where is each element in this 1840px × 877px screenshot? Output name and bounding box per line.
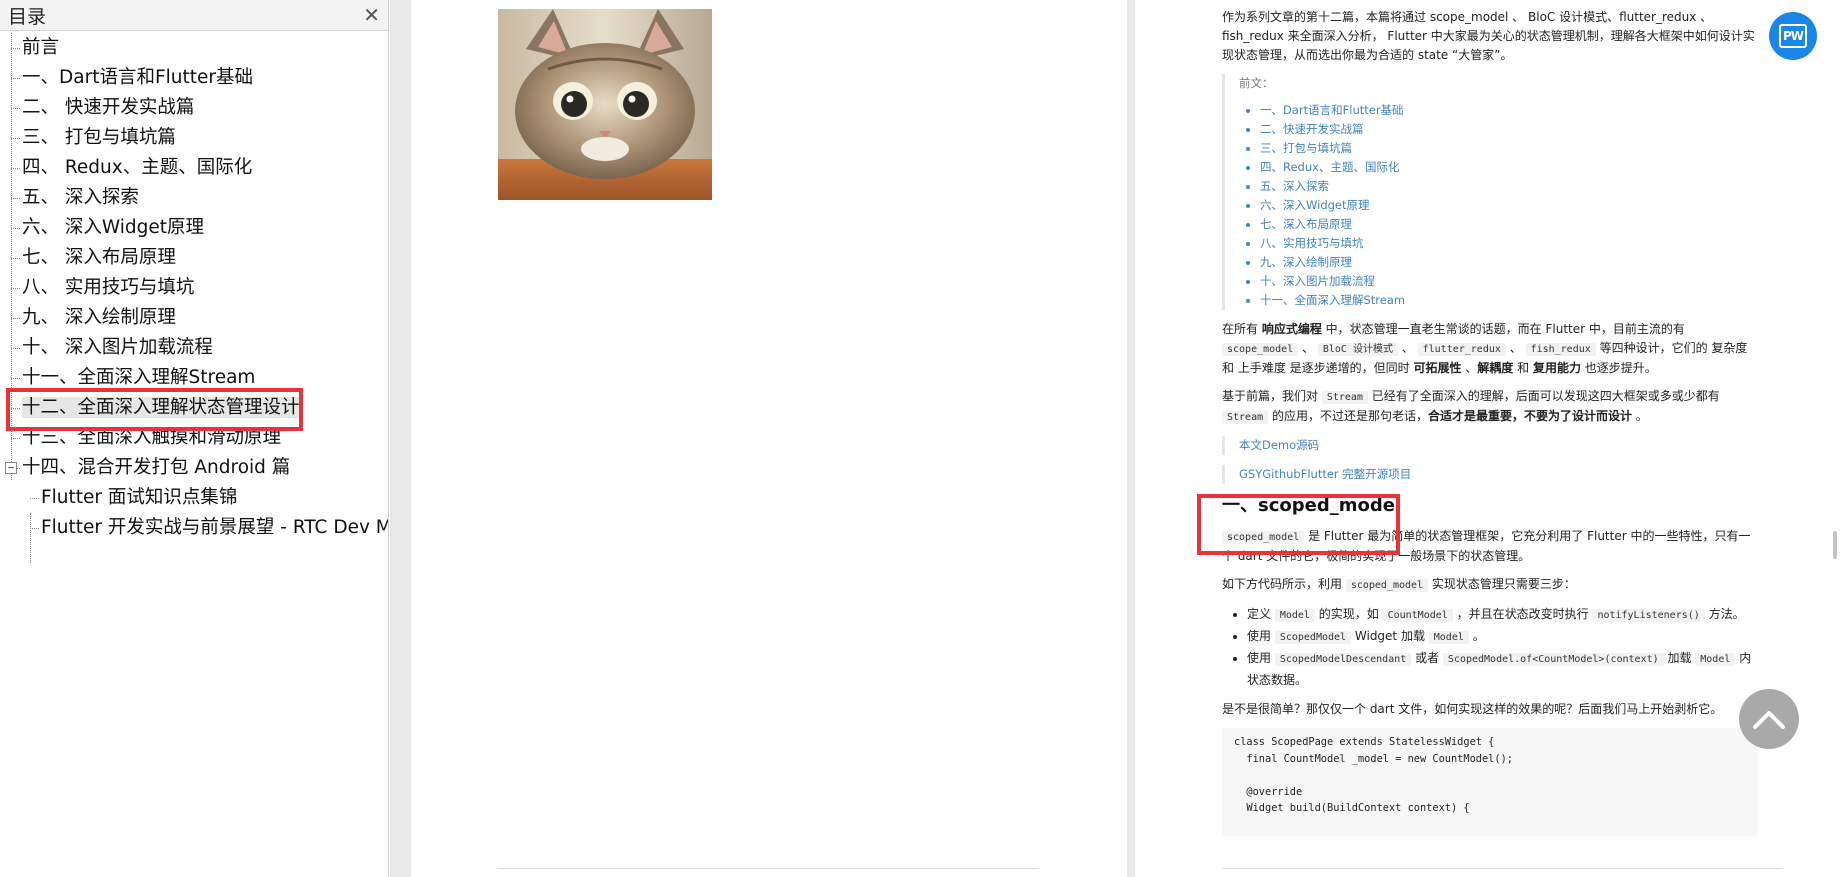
pw-icon-frame: PW [1779, 24, 1807, 48]
toc-subitem-interview[interactable]: Flutter 面试知识点集锦 [0, 483, 388, 513]
previous-article-link[interactable]: 十一、全面深入理解Stream [1260, 291, 1757, 310]
code-line: final CountModel _model = new CountModel… [1234, 752, 1513, 765]
link-text[interactable]: 八、实用技巧与填坑 [1260, 236, 1364, 250]
step-item: 使用 ScopedModel Widget 加载 Model 。 [1247, 626, 1757, 648]
step-item: 使用 ScopedModelDescendant 或者 ScopedModel.… [1247, 648, 1757, 690]
link-text[interactable]: 十、深入图片加载流程 [1260, 274, 1375, 288]
link-text[interactable]: 十一、全面深入理解Stream [1260, 293, 1405, 307]
github-project-link-block: GSYGithubFlutter 完整开源项目 [1222, 465, 1757, 484]
document-page-right: 作为系列文章的第十二篇，本篇将通过 scope_model 、 BloC 设计模… [1135, 0, 1840, 877]
link-text[interactable]: 五、深入探索 [1260, 179, 1329, 193]
link-text[interactable]: 四、Redux、主题、国际化 [1260, 160, 1399, 174]
code-line: class ScopedPage extends StatelessWidget… [1234, 736, 1495, 748]
github-project-link[interactable]: GSYGithubFlutter 完整开源项目 [1239, 467, 1411, 481]
previous-article-link[interactable]: 七、深入布局原理 [1260, 215, 1757, 234]
link-text[interactable]: 一、Dart语言和Flutter基础 [1260, 103, 1404, 117]
toc-item-1[interactable]: 一、Dart语言和Flutter基础 [0, 63, 388, 93]
toc-item-label: 前言 [22, 37, 60, 58]
toc-item-8[interactable]: 八、 实用技巧与填坑 [0, 273, 388, 303]
toc-item-label: 五、 深入探索 [22, 187, 139, 208]
previous-article-link[interactable]: 三、打包与填坑篇 [1260, 139, 1757, 158]
toc-item-label: Flutter 面试知识点集锦 [41, 487, 238, 508]
toc-item-label: Flutter 开发实战与前景展望 - RTC Dev Meetup [41, 517, 388, 538]
demo-source-link-block: 本文Demo源码 [1222, 436, 1757, 455]
toc-item-14[interactable]: − 十四、混合开发打包 Android 篇 [0, 453, 388, 483]
previous-article-link[interactable]: 九、深入绘制原理 [1260, 253, 1757, 272]
previous-article-link[interactable]: 四、Redux、主题、国际化 [1260, 158, 1757, 177]
toc-item-preface[interactable]: 前言 [0, 33, 388, 63]
document-page-left [411, 0, 1127, 877]
previous-article-link[interactable]: 十、深入图片加载流程 [1260, 272, 1757, 291]
link-text[interactable]: 九、深入绘制原理 [1260, 255, 1352, 269]
demo-source-link[interactable]: 本文Demo源码 [1239, 438, 1319, 452]
link-text[interactable]: 六、深入Widget原理 [1260, 198, 1370, 212]
toc-item-label: 十、 深入图片加载流程 [22, 337, 213, 358]
three-steps-paragraph: 如下方代码所示，利用 scoped_model 实现状态管理只需要三步： [1222, 577, 1576, 592]
intro-paragraph: 作为系列文章的第十二篇，本篇将通过 scope_model 、 BloC 设计模… [1222, 10, 1755, 62]
article-content: 作为系列文章的第十二篇，本篇将通过 scope_model 、 BloC 设计模… [1222, 8, 1757, 836]
toc-item-label: 四、 Redux、主题、国际化 [22, 157, 253, 178]
state-management-paragraph: 在所有 响应式编程 中，状态管理一直老生常谈的话题，而在 Flutter 中，目… [1222, 322, 1748, 375]
previous-article-link[interactable]: 五、深入探索 [1260, 177, 1757, 196]
toc-tree: 前言 一、Dart语言和Flutter基础 二、 快速开发实战篇 三、 打包与填… [0, 31, 388, 563]
step-item: 定义 Model 的实现，如 CountModel ，并且在状态改变时执行 no… [1247, 604, 1757, 626]
previous-articles-list: 一、Dart语言和Flutter基础 二、快速开发实战篇 三、打包与填坑篇 四、… [1239, 101, 1757, 310]
stream-paragraph: 基于前篇，我们对 Stream 已经有了全面深入的理解，后面可以发现这四大框架或… [1222, 389, 1720, 424]
scroll-to-top-button[interactable] [1739, 689, 1799, 749]
previous-articles-title: 前文： [1239, 76, 1274, 90]
page-divider [1222, 868, 1782, 869]
toc-item-7[interactable]: 七、 深入布局原理 [0, 243, 388, 273]
code-line: @override [1234, 785, 1303, 798]
scrollbar-thumb[interactable] [1833, 531, 1837, 559]
toc-item-10[interactable]: 十、 深入图片加载流程 [0, 333, 388, 363]
toc-item-6[interactable]: 六、 深入Widget原理 [0, 213, 388, 243]
code-block: class ScopedPage extends StatelessWidget… [1222, 728, 1757, 836]
toc-item-label: 十四、混合开发打包 Android 篇 [22, 457, 291, 478]
toc-item-4[interactable]: 四、 Redux、主题、国际化 [0, 153, 388, 183]
collapse-toggle-icon[interactable]: − [5, 462, 17, 474]
steps-list: 定义 Model 的实现，如 CountModel ，并且在状态改变时执行 no… [1222, 604, 1757, 690]
toc-sidebar: 目录 ✕ 前言 一、Dart语言和Flutter基础 二、 快速开发实战篇 三、… [0, 0, 389, 877]
previous-article-link[interactable]: 六、深入Widget原理 [1260, 196, 1757, 215]
toc-item-label: 九、 深入绘制原理 [22, 307, 176, 328]
close-icon[interactable]: ✕ [363, 5, 380, 25]
simple-question-paragraph: 是不是很简单？那仅仅一个 dart 文件，如何实现这样的效果的呢？后面我们马上开… [1222, 702, 1723, 716]
previous-articles-quote: 前文： 一、Dart语言和Flutter基础 二、快速开发实战篇 三、打包与填坑… [1222, 74, 1757, 310]
toc-item-label: 七、 深入布局原理 [22, 247, 176, 268]
toc-item-label: 八、 实用技巧与填坑 [22, 277, 195, 298]
cat-illustration [498, 9, 712, 200]
sidebar-header: 目录 ✕ [0, 0, 388, 31]
toc-item-3[interactable]: 三、 打包与填坑篇 [0, 123, 388, 153]
cat-photo [498, 9, 712, 200]
code-line: Widget build(BuildContext context) { [1234, 802, 1470, 814]
sidebar-title: 目录 [8, 5, 47, 28]
pw-app-icon[interactable]: PW [1769, 12, 1817, 60]
annotation-highlight-box [1197, 494, 1400, 555]
previous-article-link[interactable]: 八、实用技巧与填坑 [1260, 234, 1757, 253]
toc-item-9[interactable]: 九、 深入绘制原理 [0, 303, 388, 333]
toc-item-label: 一、Dart语言和Flutter基础 [22, 67, 253, 88]
toc-item-label: 六、 深入Widget原理 [22, 217, 205, 238]
annotation-highlight-box [6, 388, 303, 431]
toc-item-5[interactable]: 五、 深入探索 [0, 183, 388, 213]
toc-item-2[interactable]: 二、 快速开发实战篇 [0, 93, 388, 123]
previous-article-link[interactable]: 二、快速开发实战篇 [1260, 120, 1757, 139]
toc-item-label: 三、 打包与填坑篇 [22, 127, 176, 148]
chevron-up-icon [1753, 711, 1785, 729]
link-text[interactable]: 七、深入布局原理 [1260, 217, 1352, 231]
toc-item-label: 十一、全面深入理解Stream [22, 367, 256, 388]
link-text[interactable]: 三、打包与填坑篇 [1260, 141, 1352, 155]
toc-subitem-rtc[interactable]: Flutter 开发实战与前景展望 - RTC Dev Meetup [0, 513, 388, 543]
link-text[interactable]: 二、快速开发实战篇 [1260, 122, 1364, 136]
previous-article-link[interactable]: 一、Dart语言和Flutter基础 [1260, 101, 1757, 120]
page-divider [498, 868, 1038, 869]
toc-item-label: 二、 快速开发实战篇 [22, 97, 195, 118]
